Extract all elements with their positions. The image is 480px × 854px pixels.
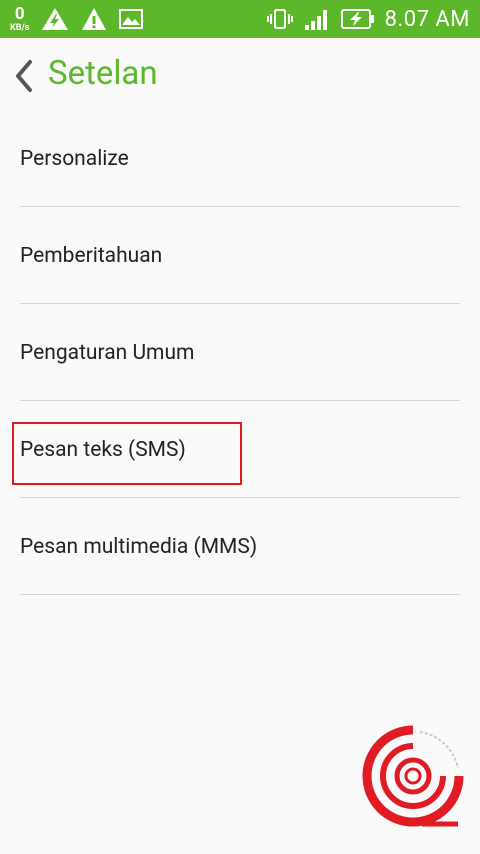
status-right-icons: 8.07 AM bbox=[266, 0, 470, 38]
alert-icon bbox=[82, 8, 107, 30]
status-left-icons: 0 KB/s bbox=[10, 0, 144, 38]
divider bbox=[20, 594, 460, 595]
back-button[interactable] bbox=[10, 56, 38, 96]
settings-item-label: Pengaturan Umum bbox=[20, 340, 195, 365]
settings-item-mms[interactable]: Pesan multimedia (MMS) bbox=[0, 498, 480, 595]
settings-list: Personalize Pemberitahuan Pengaturan Umu… bbox=[0, 110, 480, 595]
app-bar: Setelan bbox=[0, 38, 480, 114]
network-speed: 0 KB/s bbox=[10, 3, 30, 33]
settings-item-notifications[interactable]: Pemberitahuan bbox=[0, 207, 480, 304]
settings-item-label: Pemberitahuan bbox=[20, 243, 163, 268]
data-warning-icon bbox=[42, 8, 69, 30]
network-speed-unit: KB/s bbox=[10, 22, 30, 33]
network-speed-value: 0 bbox=[14, 3, 25, 24]
settings-item-label: Personalize bbox=[20, 146, 129, 171]
vibrate-icon bbox=[266, 9, 293, 29]
page-title: Setelan bbox=[48, 54, 158, 93]
settings-item-personalize[interactable]: Personalize bbox=[0, 110, 480, 207]
signal-icon bbox=[304, 10, 327, 30]
highlight-box bbox=[12, 422, 242, 485]
status-time: 8.07 AM bbox=[384, 6, 470, 32]
battery-charging-icon bbox=[340, 9, 374, 29]
chevron-left-icon bbox=[16, 60, 32, 92]
settings-item-label: Pesan multimedia (MMS) bbox=[20, 534, 258, 559]
status-bar: 0 KB/s 8.07 AM bbox=[0, 0, 480, 38]
watermark-logo bbox=[362, 725, 464, 827]
image-icon bbox=[119, 9, 144, 29]
settings-item-general[interactable]: Pengaturan Umum bbox=[0, 304, 480, 401]
